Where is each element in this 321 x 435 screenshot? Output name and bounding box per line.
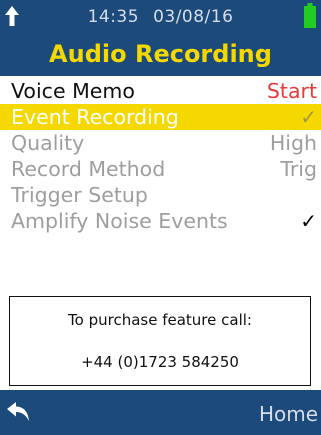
back-arrow-icon[interactable] bbox=[4, 400, 32, 426]
checkmark-icon: ✓ bbox=[300, 209, 317, 233]
header-bar: 14:35 03/08/16 Audio Recording bbox=[0, 0, 321, 76]
menu-item-label: Quality bbox=[11, 131, 85, 155]
menu-item-label: Amplify Noise Events bbox=[11, 209, 228, 233]
battery-full-icon bbox=[304, 3, 316, 28]
menu-item-trigger-setup[interactable]: Trigger Setup bbox=[0, 182, 321, 208]
status-bar: 14:35 03/08/16 bbox=[0, 0, 321, 34]
menu-item-label: Trigger Setup bbox=[11, 183, 148, 207]
menu-item-quality[interactable]: Quality High bbox=[0, 130, 321, 156]
menu-item-voice-memo[interactable]: Voice Memo Start bbox=[0, 78, 321, 104]
checkmark-icon: ✓ bbox=[300, 105, 317, 129]
menu-item-label: Event Recording bbox=[11, 105, 179, 129]
purchase-phone-number: +44 (0)1723 584250 bbox=[81, 353, 239, 371]
voice-memo-start-value: Start bbox=[266, 79, 317, 103]
record-method-value: Trig bbox=[280, 157, 317, 181]
time-text: 14:35 bbox=[87, 7, 140, 27]
quality-value: High bbox=[269, 131, 317, 155]
clock: 14:35 03/08/16 bbox=[0, 6, 321, 28]
page-title: Audio Recording bbox=[49, 40, 272, 68]
menu-item-label: Voice Memo bbox=[11, 79, 135, 103]
menu-item-record-method[interactable]: Record Method Trig bbox=[0, 156, 321, 182]
device-screen: 14:35 03/08/16 Audio Recording Voice Memo… bbox=[0, 0, 321, 435]
home-button[interactable]: Home bbox=[259, 398, 318, 430]
footer-bar: Home bbox=[0, 390, 321, 435]
settings-menu: Voice Memo Start Event Recording ✓ Quali… bbox=[0, 78, 321, 234]
purchase-feature-box: To purchase feature call: +44 (0)1723 58… bbox=[9, 296, 311, 386]
menu-item-event-recording[interactable]: Event Recording ✓ bbox=[0, 104, 321, 130]
menu-item-label: Record Method bbox=[11, 157, 166, 181]
date-text: 03/08/16 bbox=[153, 7, 234, 27]
menu-item-amplify-noise-events[interactable]: Amplify Noise Events ✓ bbox=[0, 208, 321, 234]
purchase-message: To purchase feature call: bbox=[68, 311, 252, 329]
